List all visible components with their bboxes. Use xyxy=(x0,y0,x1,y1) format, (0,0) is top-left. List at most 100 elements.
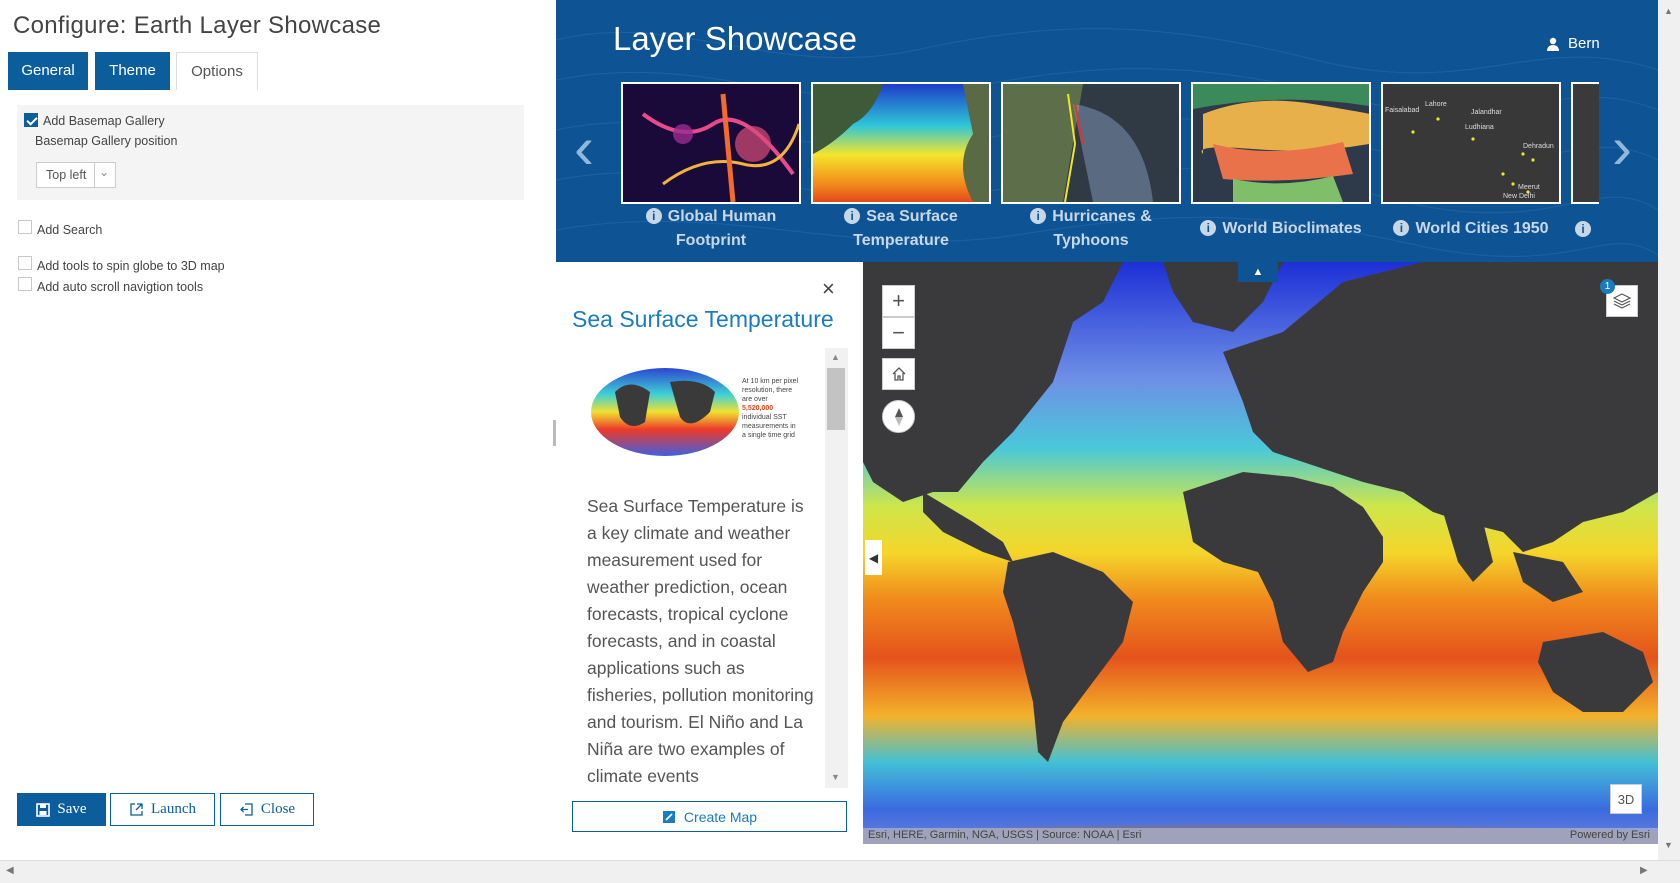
zoom-out-button[interactable]: − xyxy=(882,317,915,349)
sst-image xyxy=(813,84,989,202)
city-label: Dehradun xyxy=(1523,143,1554,150)
scroll-up-icon[interactable]: ▲ xyxy=(1664,6,1673,16)
scroll-left-icon[interactable]: ◀ xyxy=(6,865,14,876)
layer-label-global-human-footprint[interactable]: i Global Human Footprint xyxy=(621,205,801,253)
user-menu[interactable]: Bern xyxy=(1546,35,1600,52)
human-footprint-image xyxy=(623,84,799,202)
infographic-line: measurements in xyxy=(742,423,796,430)
scroll-up-icon[interactable]: ▲ xyxy=(831,352,840,362)
chevron-up-icon: ▲ xyxy=(1252,266,1264,278)
zoom-in-button[interactable]: + xyxy=(882,285,915,317)
details-description: Sea Surface Temperature is a key climate… xyxy=(587,496,814,786)
chevron-down-icon: ⌄ xyxy=(99,165,110,179)
thumbnail-global-human-footprint[interactable] xyxy=(621,82,801,204)
basemap-gallery-label: Add Basemap Gallery xyxy=(43,114,165,128)
layer-label-line: Global Human xyxy=(667,208,777,225)
layer-label-world-cities-1950[interactable]: i World Cities 1950 xyxy=(1381,217,1561,241)
powered-by-text[interactable]: Powered by Esri xyxy=(1570,829,1650,841)
details-scrollbar[interactable]: ▲ ▼ xyxy=(825,348,848,788)
scroll-right-icon[interactable]: ▶ xyxy=(1640,865,1648,876)
layer-count-badge: 1 xyxy=(1600,279,1615,294)
tab-general[interactable]: General xyxy=(8,52,88,90)
thumbnail-world-cities-1950[interactable]: Faisalabad Lahore Jalandhar Ludhiana Deh… xyxy=(1381,82,1561,204)
info-icon[interactable]: i xyxy=(645,208,662,224)
info-icon-partial[interactable]: i xyxy=(1575,221,1597,239)
infographic-line: are over xyxy=(742,396,768,403)
page-horizontal-scrollbar[interactable]: ◀ ▶ xyxy=(0,860,1680,883)
close-icon xyxy=(239,803,253,816)
carousel-prev-arrow[interactable]: ‹ xyxy=(574,118,594,178)
launch-label: Launch xyxy=(151,801,196,817)
expand-panel-button[interactable]: ◀ xyxy=(865,540,882,575)
hurricanes-image xyxy=(1003,84,1179,202)
info-icon[interactable]: i xyxy=(1575,221,1591,237)
info-icon[interactable]: i xyxy=(1393,220,1410,236)
user-icon xyxy=(1547,37,1559,51)
partial-image xyxy=(1573,84,1599,202)
create-map-button[interactable]: Create Map xyxy=(572,801,847,832)
city-label: Jalandhar xyxy=(1471,109,1502,116)
city-label: Faisalabad xyxy=(1385,107,1419,114)
infographic-line: individual SST xyxy=(742,414,787,421)
info-icon[interactable]: i xyxy=(1200,220,1217,236)
tab-options[interactable]: Options xyxy=(176,52,258,90)
close-details-icon[interactable]: × xyxy=(822,278,835,300)
panel-resize-handle[interactable] xyxy=(553,420,556,446)
spin-globe-checkbox[interactable] xyxy=(18,256,32,270)
infographic-line: resolution, there xyxy=(742,387,793,394)
info-icon[interactable]: i xyxy=(844,208,861,224)
launch-button[interactable]: Launch xyxy=(110,793,215,826)
compass-button[interactable] xyxy=(882,400,915,433)
info-icon[interactable]: i xyxy=(1030,208,1047,224)
sst-map xyxy=(863,262,1658,844)
bioclimates-image xyxy=(1193,84,1369,202)
close-label: Close xyxy=(260,801,296,817)
basemap-position-label: Basemap Gallery position xyxy=(35,134,178,148)
layer-label-line: World Cities 1950 xyxy=(1415,220,1549,237)
layer-label-line: Footprint xyxy=(675,232,747,249)
launch-icon xyxy=(130,803,143,816)
plus-icon: + xyxy=(892,288,905,313)
basemap-gallery-checkbox[interactable] xyxy=(24,113,38,127)
auto-scroll-checkbox[interactable] xyxy=(18,277,32,291)
home-button[interactable] xyxy=(882,358,915,390)
save-label: Save xyxy=(57,801,87,817)
tab-theme[interactable]: Theme xyxy=(95,52,170,90)
page-vertical-scrollbar[interactable]: ▲ ▼ xyxy=(1658,0,1680,860)
close-button[interactable]: Close xyxy=(220,793,314,826)
layer-label-sea-surface-temperature[interactable]: i Sea Surface Temperature xyxy=(811,205,991,253)
compass-icon xyxy=(894,407,903,426)
chevron-left-icon: ◀ xyxy=(868,550,879,565)
page-title: Configure: Earth Layer Showcase xyxy=(13,12,382,39)
layer-label-hurricanes-typhoons[interactable]: i Hurricanes & Typhoons xyxy=(1001,205,1181,253)
layer-label-line: Sea Surface xyxy=(866,208,958,225)
scrollbar-thumb[interactable] xyxy=(827,368,845,430)
thumbnail-partial[interactable] xyxy=(1571,82,1599,204)
basemap-position-select[interactable]: Top left ⌄ xyxy=(36,162,116,188)
scroll-down-icon[interactable]: ▼ xyxy=(831,772,840,782)
sst-infographic: At 10 km per pixel resolution, there are… xyxy=(590,362,810,462)
collapse-header-button[interactable]: ▲ xyxy=(1238,262,1278,282)
create-map-label: Create Map xyxy=(683,808,758,825)
layer-label-line: World Bioclimates xyxy=(1222,220,1362,237)
thumbnail-hurricanes-typhoons[interactable] xyxy=(1001,82,1181,204)
infographic-text: At 10 km per pixel resolution, there are… xyxy=(742,377,798,440)
map-attribution: Esri, HERE, Garmin, NGA, USGS | Source: … xyxy=(863,828,1658,844)
city-label: Lahore xyxy=(1425,101,1447,108)
layer-label-line: Hurricanes & xyxy=(1052,208,1152,225)
search-checkbox[interactable] xyxy=(18,220,32,234)
carousel-next-arrow[interactable]: › xyxy=(1612,118,1632,178)
save-button[interactable]: Save xyxy=(17,793,106,826)
scroll-down-icon[interactable]: ▼ xyxy=(1664,840,1673,850)
view-3d-button[interactable]: 3D xyxy=(1610,784,1642,814)
layer-label-world-bioclimates[interactable]: i World Bioclimates xyxy=(1191,217,1371,241)
infographic-number: 5,520,000 xyxy=(742,405,774,412)
layers-icon xyxy=(1613,293,1631,309)
app-title: Layer Showcase xyxy=(613,20,857,57)
map-view[interactable] xyxy=(863,262,1658,844)
thumbnail-world-bioclimates[interactable] xyxy=(1191,82,1371,204)
cities-image: Faisalabad Lahore Jalandhar Ludhiana Deh… xyxy=(1383,84,1559,202)
minus-icon: − xyxy=(892,320,905,345)
thumbnail-sea-surface-temperature[interactable] xyxy=(811,82,991,204)
edit-map-icon xyxy=(662,810,675,823)
